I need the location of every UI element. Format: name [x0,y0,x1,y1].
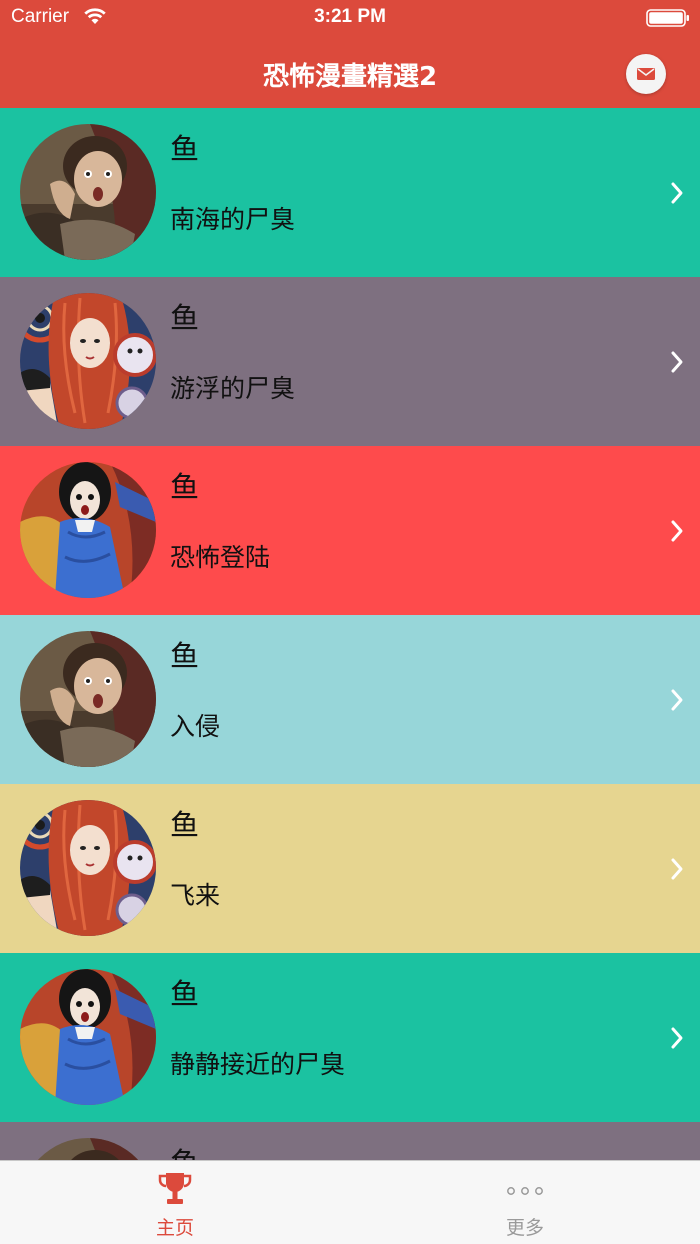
comic-thumbnail [20,800,156,936]
list-item-title: 鱼 [170,132,200,166]
list-item-title: 鱼 [170,639,200,673]
comic-thumbnail [20,969,156,1105]
list-item-subtitle: 入侵 [170,712,221,741]
page-title: 恐怖漫畫精選2 [262,62,438,92]
list-item[interactable]: 鱼 入侵 [0,615,700,784]
list-item[interactable]: 鱼 南海的尸臭 [0,108,700,277]
navigation-bar: 恐怖漫畫精選2 [0,36,700,108]
comic-list: 鱼 南海的尸臭 鱼 游浮的尸臭 鱼 恐怖登陆 鱼 入侵 鱼 飞来 鱼 静静接近的… [0,108,700,1160]
list-item[interactable]: 鱼 飞来 [0,784,700,953]
list-item[interactable]: 鱼 恐怖登陆 [0,446,700,615]
list-item-subtitle: 飞来 [170,881,221,910]
status-time: 3:21 PM [314,6,386,27]
chevron-right-icon [671,689,683,711]
tab-bar: 主页 更多 [0,1160,700,1244]
battery-icon [646,9,689,27]
list-item[interactable]: 鱼 静静接近的尸臭 [0,953,700,1122]
comic-thumbnail [20,462,156,598]
list-item-title: 鱼 [170,808,200,842]
list-item[interactable]: 鱼 游浮的尸臭 [0,277,700,446]
list-item-subtitle: 南海的尸臭 [170,205,296,234]
comic-thumbnail [20,124,156,260]
list-item-title: 鱼 [170,301,200,335]
more-dots-icon [507,1187,543,1195]
list-item-subtitle: 静静接近的尸臭 [170,1050,346,1079]
trophy-icon [158,1173,192,1204]
comic-thumbnail [20,293,156,429]
chevron-right-icon [671,182,683,204]
tab-more-label: 更多 [505,1217,544,1239]
list-item[interactable]: 鱼 [0,1122,700,1160]
chevron-right-icon [671,520,683,542]
list-item-subtitle: 游浮的尸臭 [170,374,296,403]
tab-home-label: 主页 [155,1217,194,1239]
tab-home[interactable]: 主页 [0,1161,350,1244]
chevron-right-icon [671,858,683,880]
list-item-title: 鱼 [170,1140,199,1160]
list-item-subtitle: 恐怖登陆 [170,543,271,572]
chevron-right-icon [671,351,683,373]
comic-thumbnail [20,631,156,767]
mail-icon [637,68,655,80]
mail-button[interactable] [626,54,666,94]
status-bar: Carrier 3:21 PM [0,0,700,36]
list-item-title: 鱼 [170,470,200,504]
tab-more[interactable]: 更多 [350,1161,700,1244]
list-item-title: 鱼 [170,977,200,1011]
chevron-right-icon [671,1027,683,1049]
comic-thumbnail [20,1138,156,1160]
